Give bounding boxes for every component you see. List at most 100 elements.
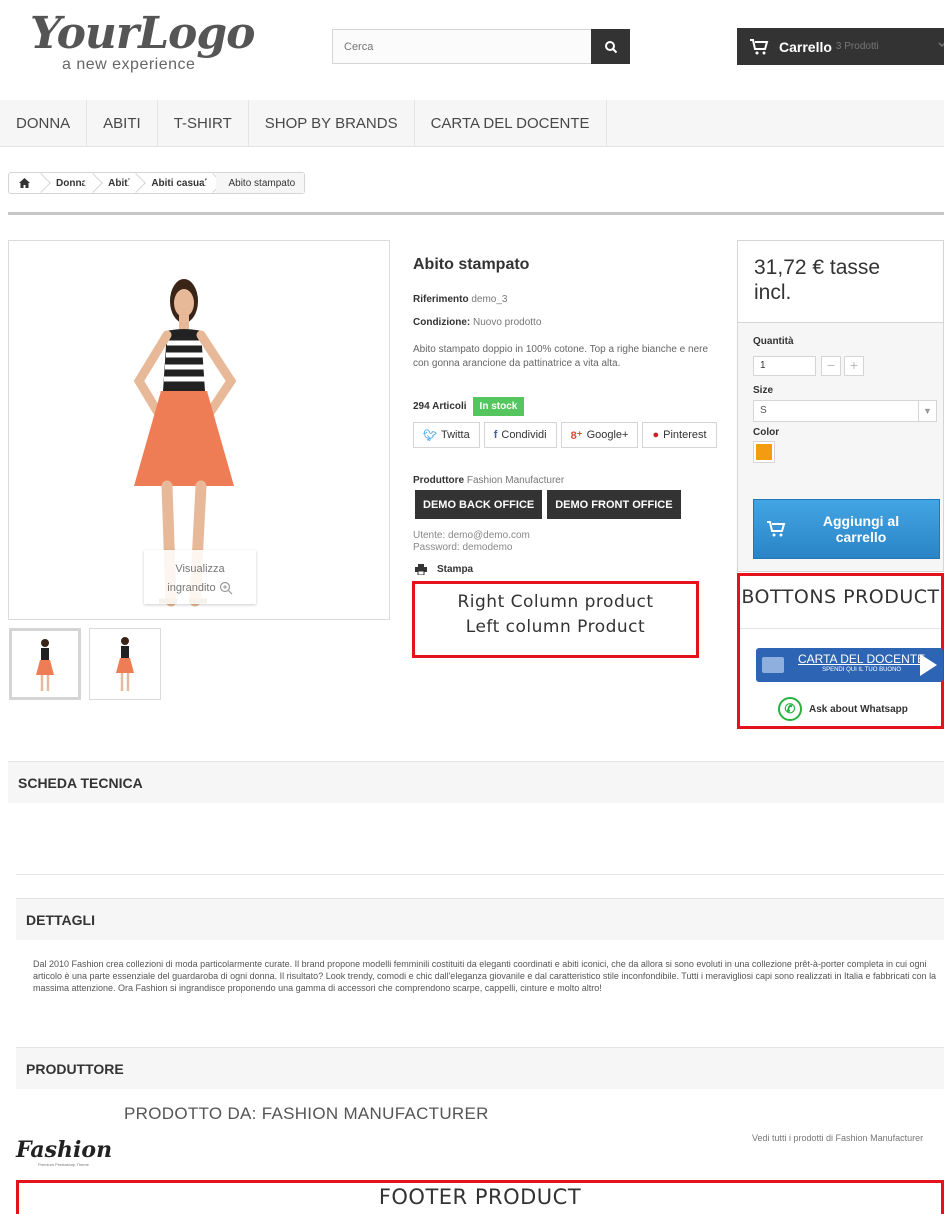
print-link[interactable]: Stampa — [415, 564, 473, 575]
cart-count: 3 Prodotti — [835, 41, 879, 52]
menu-item-donna[interactable]: DONNA — [0, 100, 88, 147]
product-condition: Condizione: Nuovo prodotto — [413, 317, 541, 328]
menu-item-tshirt[interactable]: T-SHIRT — [158, 100, 249, 147]
facebook-share-button[interactable]: f Condividi — [483, 422, 557, 448]
demo-back-office-button[interactable]: DEMO BACK OFFICE — [415, 490, 543, 519]
see-all-brand-link[interactable]: Vedi tutti i prodotti di Fashion Manufac… — [752, 1133, 923, 1143]
stock-badge: In stock — [472, 397, 525, 416]
pinterest-label: Pinterest — [663, 429, 707, 441]
add-to-cart-button[interactable]: Aggiungi al carrello — [753, 499, 940, 559]
demo-password: Password: demodemo — [413, 542, 513, 553]
menu-item-abiti[interactable]: ABITI — [87, 100, 158, 147]
cart-icon — [767, 521, 786, 537]
cart-icon — [750, 38, 769, 54]
product-main-image[interactable]: Visualizza ingrandito — [8, 240, 390, 620]
annotation-buttons-product: BOTTONS PRODUCT — [741, 586, 940, 608]
google-plus-icon: 8⁺ — [570, 429, 583, 442]
demo-buttons: DEMO BACK OFFICE DEMO FRONT OFFICE — [415, 490, 681, 519]
color-swatch-orange[interactable] — [753, 441, 775, 463]
whatsapp-label: Ask about Whatsapp — [809, 703, 908, 715]
size-value: S — [760, 405, 767, 416]
card-icon — [762, 657, 784, 673]
size-select[interactable]: S ▼ — [753, 400, 937, 422]
annotation-footer-product: FOOTER PRODUCT — [378, 1185, 582, 1209]
main-menu: DONNA ABITI T-SHIRT SHOP BY BRANDS CARTA… — [0, 100, 944, 147]
quantity-text: 294 Articoli — [413, 401, 467, 412]
twitter-share-button[interactable]: 🐦︎ Twitta — [413, 422, 480, 448]
product-description: Abito stampato doppio in 100% cotone. To… — [413, 344, 709, 369]
reference-value: demo_3 — [471, 294, 508, 305]
quantity-decrease-button[interactable]: − — [821, 356, 841, 376]
menu-item-carta-del-docente[interactable]: CARTA DEL DOCENTE — [415, 100, 607, 147]
product-thumbnail-1[interactable] — [9, 628, 81, 700]
home-icon — [19, 178, 30, 188]
whatsapp-link[interactable]: ✆ Ask about Whatsapp — [778, 697, 908, 721]
google-label: Google+ — [586, 429, 629, 441]
footer-annotation-box: FOOTER PRODUCT — [16, 1180, 944, 1214]
breadcrumb-item-donna[interactable]: Donna — [44, 173, 96, 193]
add-to-cart-label: Aggiungi al carrello — [796, 513, 926, 545]
condition-label: Condizione: — [413, 317, 471, 328]
quantity-input[interactable]: 1 — [753, 356, 816, 376]
cart-label: Carrello — [779, 38, 832, 55]
chevron-down-icon: ▼ — [918, 401, 936, 421]
site-logo[interactable]: YourLogo a new experience — [30, 8, 270, 78]
logo-text: YourLogo — [30, 8, 256, 59]
search-bar — [332, 29, 630, 64]
breadcrumb-home[interactable] — [9, 173, 44, 193]
annotation-right-column: Right Column product — [457, 592, 654, 612]
annotation-divider — [740, 628, 941, 629]
product-availability: 294 Articoli In stock — [413, 397, 525, 416]
quantity-label: Quantità — [753, 336, 794, 347]
add-to-cart-line1: Aggiungi al — [822, 513, 900, 529]
product-thumbnail-2[interactable] — [89, 628, 161, 700]
zoom-hint[interactable]: Visualizza ingrandito — [144, 550, 256, 604]
details-text: Dal 2010 Fashion crea collezioni di moda… — [33, 959, 937, 993]
demo-credentials: Utente: demo@demo.com Password: demodemo — [413, 530, 530, 554]
docente-text: CARTA DEL DOCENTE SPENDI QUI IL TUO BUON… — [798, 653, 925, 676]
price-area: 31,72 € tasse incl. — [738, 241, 943, 323]
section-scheda-tecnica: SCHEDA TECNICA — [8, 761, 944, 803]
breadcrumb-item-abiti-casual[interactable]: Abiti casual — [139, 173, 216, 193]
swatch-fill — [756, 444, 772, 460]
cart-button[interactable]: Carrello 3 Prodotti — [737, 28, 944, 65]
producer-label: Produttore — [413, 475, 465, 486]
section-dettagli: DETTAGLI — [16, 898, 944, 940]
zoom-hint-line1: Visualizza — [175, 563, 225, 575]
search-input[interactable] — [332, 29, 592, 64]
zoom-icon — [219, 581, 233, 595]
menu-item-shop-by-brands[interactable]: SHOP BY BRANDS — [249, 100, 415, 147]
print-icon — [415, 564, 427, 575]
facebook-icon: f — [493, 429, 498, 441]
whatsapp-icon: ✆ — [778, 697, 802, 721]
thumbnail-photo — [36, 639, 54, 691]
breadcrumb-current: Abito stampato — [216, 173, 305, 193]
section-divider — [16, 874, 944, 875]
twitter-icon: 🐦︎ — [423, 429, 437, 442]
demo-front-office-button[interactable]: DEMO FRONT OFFICE — [547, 490, 681, 519]
carta-del-docente-button[interactable]: CARTA DEL DOCENTE SPENDI QUI IL TUO BUON… — [756, 648, 943, 682]
price-line1: 31,72 € tasse — [754, 256, 881, 279]
quantity-increase-button[interactable]: + — [844, 356, 864, 376]
breadcrumb-divider — [8, 212, 944, 215]
breadcrumb-item-abiti[interactable]: Abiti — [96, 173, 139, 193]
price-line2: incl. — [754, 281, 792, 304]
google-share-button[interactable]: 8⁺ Google+ — [560, 422, 639, 448]
right-annotation-box: BOTTONS PRODUCT CARTA DEL DOCENTE SPENDI… — [737, 573, 944, 729]
producer-value: Fashion Manufacturer — [466, 475, 565, 486]
section-produttore: PRODUTTORE — [16, 1047, 944, 1089]
add-to-cart-line2: carrello — [835, 529, 887, 545]
brand-logo[interactable]: Fashion — [16, 1137, 112, 1163]
twitter-label: Twitta — [440, 429, 470, 441]
chevron-down-icon — [938, 42, 944, 48]
logo-tagline: a new experience — [62, 56, 196, 73]
print-label: Stampa — [437, 564, 474, 575]
play-icon — [920, 654, 937, 676]
breadcrumb: Donna Abiti Abiti casual Abito stampato — [8, 172, 306, 194]
pinterest-share-button[interactable]: ● Pinterest — [642, 422, 717, 448]
center-annotation-box: Right Column product Left column Product — [412, 581, 699, 658]
search-button[interactable] — [591, 29, 630, 64]
produced-by: PRODOTTO DA: FASHION MANUFACTURER — [124, 1104, 489, 1123]
color-label: Color — [753, 427, 780, 438]
product-reference: Riferimento demo_3 — [413, 294, 507, 305]
